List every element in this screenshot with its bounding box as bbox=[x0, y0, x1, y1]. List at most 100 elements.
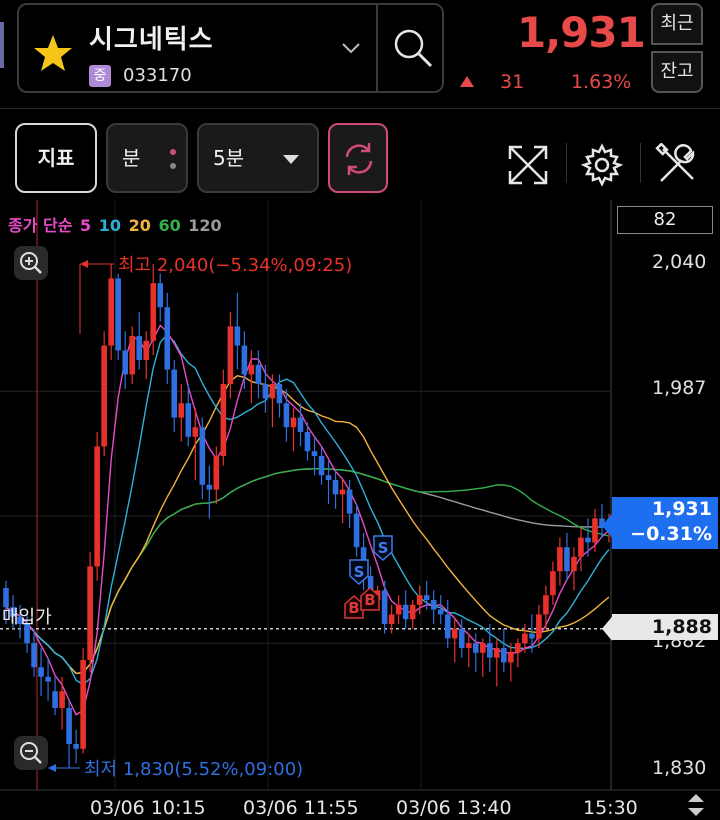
candle-body bbox=[585, 537, 591, 543]
candle-body bbox=[472, 643, 479, 653]
candle-body bbox=[494, 648, 500, 658]
x-axis-label: 03/06 13:40 bbox=[396, 797, 512, 819]
candle-body bbox=[115, 278, 121, 351]
candle-body bbox=[52, 691, 58, 708]
candle-body bbox=[578, 537, 584, 557]
favorite-star-icon[interactable] bbox=[33, 33, 73, 73]
more-dots-icon bbox=[170, 149, 176, 177]
period-label: 분 bbox=[122, 146, 141, 170]
high-marker-arrow bbox=[80, 260, 88, 268]
zoom-in-button[interactable] bbox=[14, 246, 48, 280]
candle-body bbox=[402, 604, 409, 620]
candle-body bbox=[557, 547, 563, 572]
low-price-label: 최저 1,830(5.52%,09:00) bbox=[84, 759, 303, 780]
candle-body bbox=[66, 708, 72, 744]
zoom-out-icon bbox=[20, 742, 42, 764]
candle-body bbox=[543, 595, 549, 615]
change-rate: 1.63% bbox=[571, 71, 632, 93]
candle-body bbox=[395, 604, 402, 615]
stock-selector[interactable]: 시그네틱스 중 033170 bbox=[17, 3, 444, 93]
legend-ma120: 120 bbox=[188, 216, 222, 235]
candle-body bbox=[178, 403, 185, 418]
chevron-down-icon[interactable] bbox=[341, 41, 361, 55]
indicator-button[interactable]: 지표 bbox=[15, 123, 97, 193]
candle-body bbox=[430, 600, 437, 610]
expand-icon[interactable] bbox=[506, 143, 550, 187]
candle-body bbox=[571, 556, 577, 572]
candle-body bbox=[136, 336, 143, 360]
candle-body bbox=[45, 676, 51, 682]
candle-body bbox=[94, 446, 100, 567]
up-arrow-icon bbox=[460, 76, 474, 87]
stock-code: 033170 bbox=[123, 65, 192, 86]
high-price-label: 최고 2,040(−5.34%,09:25) bbox=[118, 255, 352, 276]
current-price-tag-value: 1,931 bbox=[651, 498, 712, 520]
candle-body bbox=[108, 278, 114, 346]
candle-body bbox=[101, 345, 107, 447]
candle-body bbox=[38, 667, 44, 677]
candle-body bbox=[501, 648, 507, 663]
candle-body bbox=[416, 595, 423, 605]
candle-body bbox=[508, 652, 514, 663]
candle-body bbox=[353, 513, 360, 548]
legend-prefix: 종가 단순 bbox=[8, 216, 73, 235]
avg-buy-price-tag: 1,888 bbox=[612, 614, 718, 640]
candle-body bbox=[346, 489, 353, 514]
candle-body bbox=[59, 691, 65, 708]
gear-icon[interactable] bbox=[580, 143, 624, 187]
chart-area[interactable]: 최고 2,040(−5.34%,09:25) 최저 1,830(5.52%,09:… bbox=[0, 200, 720, 820]
recent-button[interactable]: 최근 bbox=[651, 3, 703, 45]
avg-price-pointer bbox=[602, 616, 612, 641]
candle-body bbox=[241, 345, 248, 375]
tools-icon[interactable] bbox=[655, 143, 699, 187]
toolbar-divider bbox=[566, 143, 567, 183]
candle-body bbox=[332, 480, 339, 495]
candle-body bbox=[550, 571, 556, 596]
current-price-tag: 1,931 −0.31% bbox=[612, 497, 718, 549]
candle-body bbox=[592, 518, 598, 543]
candle-body bbox=[339, 489, 346, 495]
candle-body bbox=[529, 633, 535, 639]
x-axis-label: 03/06 10:15 bbox=[90, 797, 206, 819]
period-button[interactable]: 분 bbox=[106, 123, 188, 193]
candle-body bbox=[409, 604, 416, 620]
y-axis-label: 1,830 bbox=[652, 757, 707, 779]
signal-letter: S bbox=[378, 539, 389, 557]
candle-body bbox=[87, 566, 93, 660]
y-axis-label: 1,987 bbox=[652, 377, 707, 399]
balance-button[interactable]: 잔고 bbox=[651, 51, 703, 93]
x-axis-label: 03/06 11:55 bbox=[243, 797, 359, 819]
candle-body bbox=[451, 628, 458, 639]
search-button[interactable] bbox=[376, 5, 446, 91]
candle-body bbox=[423, 595, 430, 600]
refresh-button[interactable] bbox=[328, 123, 388, 193]
legend-ma10: 10 bbox=[98, 216, 122, 235]
candle-body bbox=[290, 417, 297, 428]
candle-body bbox=[213, 456, 220, 490]
candle-body bbox=[73, 744, 79, 749]
zoom-out-button[interactable] bbox=[14, 736, 48, 770]
candle-body bbox=[248, 364, 255, 375]
search-icon bbox=[394, 29, 433, 68]
legend-ma20: 20 bbox=[128, 216, 151, 235]
candle-body bbox=[515, 643, 521, 653]
candle-body bbox=[227, 326, 234, 384]
candle-body bbox=[381, 590, 388, 624]
candle-body bbox=[122, 350, 128, 375]
candle-body bbox=[465, 643, 472, 648]
candle-body bbox=[444, 614, 451, 639]
candle-body bbox=[185, 403, 192, 437]
candle-body bbox=[143, 340, 150, 360]
interval-dropdown[interactable]: 5분 bbox=[197, 123, 319, 193]
scroll-arrows-icon[interactable] bbox=[686, 792, 706, 818]
current-price-tag-rate: −0.31% bbox=[630, 523, 712, 545]
interval-label: 5분 bbox=[213, 146, 245, 170]
candle-body bbox=[318, 456, 325, 476]
toolbar-divider bbox=[640, 143, 641, 183]
left-edge-accent bbox=[0, 22, 4, 68]
candle-body bbox=[220, 384, 227, 456]
candle-body bbox=[486, 643, 493, 658]
y-axis-label: 2,040 bbox=[652, 251, 707, 273]
candle-body bbox=[311, 451, 318, 456]
chart-toolbar: 지표 분 5분 bbox=[0, 108, 720, 201]
